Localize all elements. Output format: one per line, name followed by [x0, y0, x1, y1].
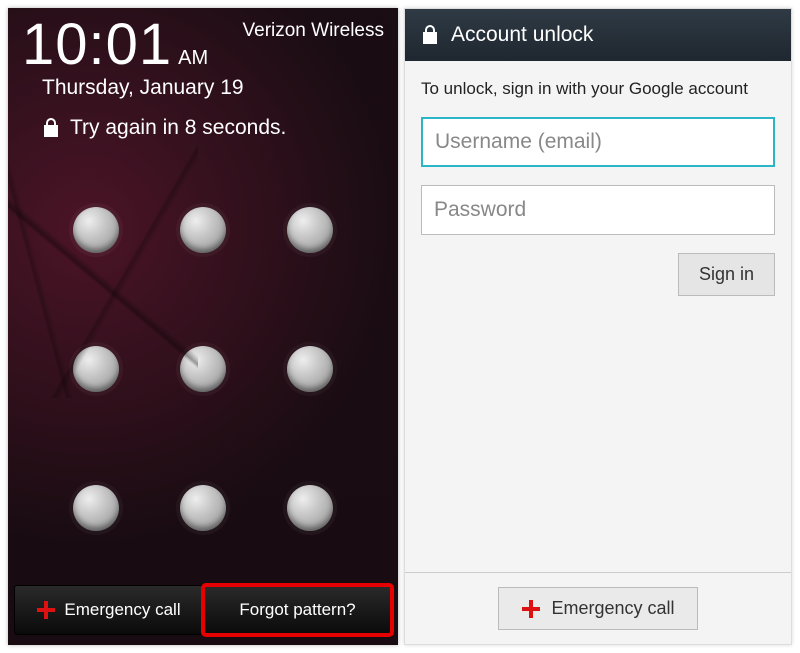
plus-icon	[36, 600, 56, 620]
lock-status-text: Try again in 8 seconds.	[70, 116, 286, 140]
carrier-label: Verizon Wireless	[243, 16, 385, 74]
emergency-call-button[interactable]: Emergency call	[14, 585, 203, 635]
signin-label: Sign in	[699, 264, 754, 284]
password-field[interactable]: Password	[421, 185, 775, 235]
lock-status-row: Try again in 8 seconds.	[8, 110, 398, 152]
pattern-dot[interactable]	[287, 207, 333, 253]
lock-icon	[421, 24, 439, 46]
pattern-dot[interactable]	[73, 346, 119, 392]
clock: 10:01 AM	[22, 16, 208, 74]
username-placeholder: Username (email)	[435, 130, 602, 154]
password-placeholder: Password	[434, 198, 526, 222]
signin-button[interactable]: Sign in	[678, 253, 775, 296]
account-unlock-header: Account unlock	[405, 9, 791, 61]
signin-row: Sign in	[421, 253, 775, 296]
status-bar: 10:01 AM Verizon Wireless	[8, 8, 398, 74]
account-unlock-footer: Emergency call	[405, 572, 791, 644]
lockscreen-panel: 10:01 AM Verizon Wireless Thursday, Janu…	[8, 8, 398, 645]
pattern-dot[interactable]	[180, 346, 226, 392]
clock-time: 10:01	[22, 16, 172, 74]
emergency-call-label: Emergency call	[551, 598, 674, 619]
pattern-dot[interactable]	[180, 207, 226, 253]
plus-icon	[521, 599, 541, 619]
account-unlock-body: To unlock, sign in with your Google acco…	[405, 61, 791, 572]
emergency-call-label: Emergency call	[64, 600, 180, 620]
clock-ampm: AM	[178, 47, 208, 70]
emergency-call-button[interactable]: Emergency call	[498, 587, 697, 630]
pattern-grid[interactable]	[8, 152, 398, 575]
pattern-dot[interactable]	[180, 485, 226, 531]
forgot-pattern-label: Forgot pattern?	[239, 600, 355, 620]
forgot-pattern-button[interactable]: Forgot pattern?	[203, 585, 392, 635]
username-field[interactable]: Username (email)	[421, 117, 775, 167]
lock-icon	[42, 117, 60, 139]
lockscreen-button-row: Emergency call Forgot pattern?	[8, 575, 398, 645]
account-unlock-panel: Account unlock To unlock, sign in with y…	[404, 8, 792, 645]
pattern-dot[interactable]	[287, 485, 333, 531]
pattern-dot[interactable]	[287, 346, 333, 392]
unlock-instruction: To unlock, sign in with your Google acco…	[421, 79, 775, 99]
pattern-dot[interactable]	[73, 207, 119, 253]
date-label: Thursday, January 19	[8, 74, 398, 110]
account-unlock-title: Account unlock	[451, 23, 593, 47]
pattern-dot[interactable]	[73, 485, 119, 531]
